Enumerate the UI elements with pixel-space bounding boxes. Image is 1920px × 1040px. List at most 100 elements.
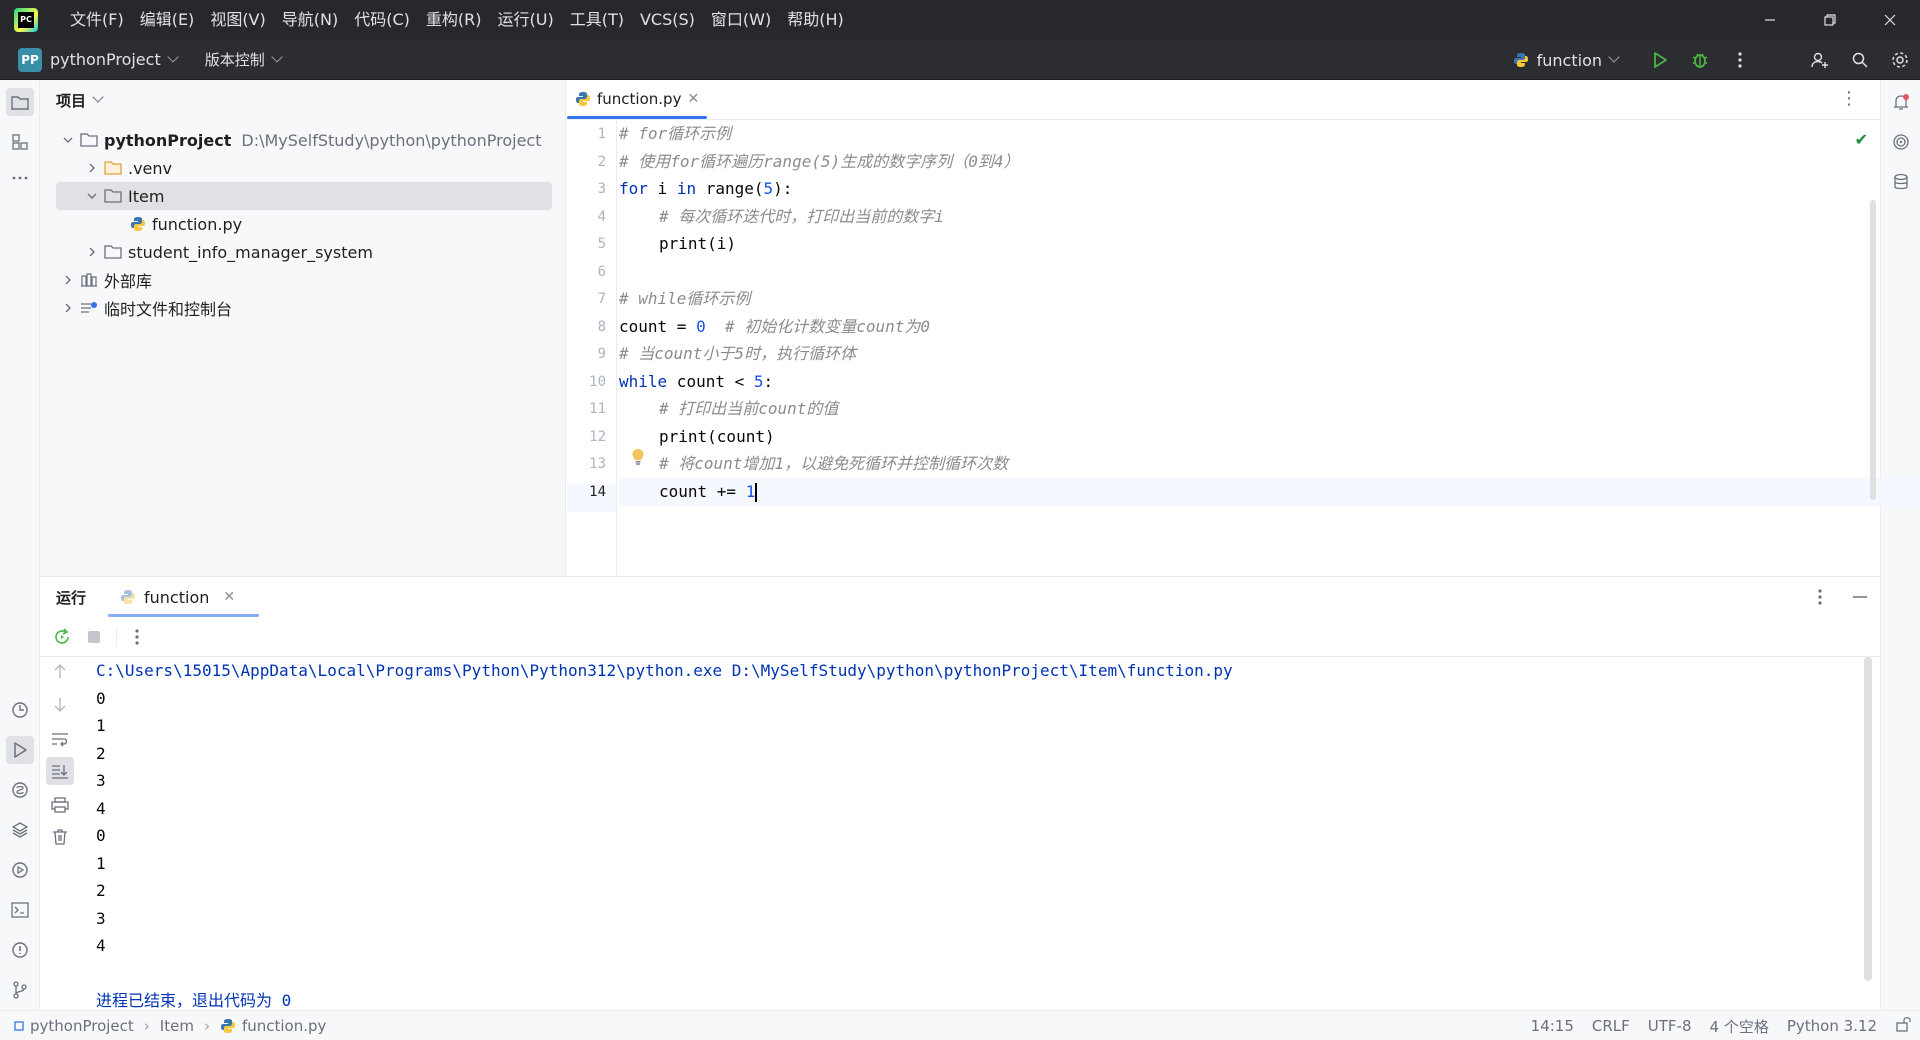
toolbar-separator (116, 626, 117, 647)
console-side-toolbar (40, 657, 80, 1010)
tab-function-py[interactable]: function.py ✕ (567, 79, 708, 119)
editor-more-button[interactable]: ⋮ (1840, 88, 1858, 109)
tree-item-external-libs[interactable]: 外部库 (60, 266, 152, 294)
chevron-down-icon[interactable] (271, 50, 283, 63)
clear-all-button[interactable] (46, 823, 74, 851)
menu-edit[interactable]: 编辑(E) (132, 0, 203, 40)
print-button[interactable] (46, 791, 74, 819)
chevron-down-icon[interactable] (167, 50, 179, 63)
scroll-to-end-button[interactable] (46, 757, 74, 785)
structure-tool-button[interactable] (6, 128, 34, 156)
line-number: 1 (597, 126, 606, 142)
run-button[interactable] (1640, 40, 1680, 80)
down-stack-button[interactable] (46, 691, 74, 719)
hide-panel-button[interactable] (1840, 577, 1880, 617)
chevron-right-icon[interactable] (84, 160, 100, 176)
indent-widget[interactable]: 4 个空格 (1701, 1016, 1778, 1037)
settings-button[interactable] (1880, 40, 1920, 80)
close-window-button[interactable] (1860, 0, 1920, 40)
python-console-button[interactable] (6, 776, 34, 804)
run-toolbar-more-button[interactable] (123, 617, 151, 657)
database-tool-button[interactable] (1887, 168, 1915, 196)
project-tool-button[interactable] (6, 88, 34, 116)
console-output-line: 0 (96, 688, 106, 708)
chevron-right-icon[interactable] (60, 300, 76, 316)
chevron-down-icon[interactable] (84, 188, 100, 204)
menu-vcs[interactable]: VCS(S) (632, 0, 703, 40)
soft-wrap-button[interactable] (46, 725, 74, 753)
breadcrumb-file[interactable]: function.py (242, 1017, 326, 1035)
run-tool-button[interactable] (6, 736, 34, 764)
read-only-toggle[interactable] (1886, 1016, 1920, 1036)
menu-refactor[interactable]: 重构(R) (418, 0, 490, 40)
lightbulb-icon[interactable] (629, 448, 647, 466)
close-tab-icon[interactable]: ✕ (223, 589, 235, 605)
menu-run[interactable]: 运行(U) (490, 0, 562, 40)
close-tab-icon[interactable]: ✕ (687, 91, 699, 107)
code-number: 1 (745, 481, 756, 501)
run-panel-more-button[interactable] (1800, 577, 1840, 617)
vcs-widget[interactable]: 版本控制 (205, 49, 265, 70)
soft-wrap-icon (52, 733, 68, 747)
python-packages-button[interactable] (6, 696, 34, 724)
terminal-tool-button[interactable] (6, 896, 34, 924)
search-everywhere-button[interactable] (1840, 40, 1880, 80)
project-panel: 项目 pythonProject D:\MySelfStudy\python\p… (40, 80, 566, 576)
code-with-me-button[interactable] (1800, 40, 1840, 80)
rerun-button[interactable] (46, 617, 78, 657)
search-icon (1852, 52, 1868, 68)
debug-button[interactable] (1680, 40, 1720, 80)
menu-file[interactable]: 文件(F) (62, 0, 132, 40)
menu-tools[interactable]: 工具(T) (562, 0, 632, 40)
code-area[interactable]: # for循环示例 # 使用for循环遍历range(5)生成的数字序列（0到4… (619, 120, 1920, 576)
breadcrumb-folder[interactable]: Item (160, 1017, 194, 1035)
code-text: print(count) (659, 426, 775, 446)
module-icon (14, 1020, 24, 1031)
project-badge[interactable]: PP (18, 47, 42, 72)
project-panel-title: 项目 (56, 91, 87, 110)
restore-button[interactable] (1800, 0, 1860, 40)
inspection-ok-icon[interactable]: ✔ (1855, 130, 1868, 149)
code-keyword: for (619, 179, 648, 198)
up-stack-button[interactable] (46, 657, 74, 685)
encoding-widget[interactable]: UTF-8 (1639, 1017, 1701, 1035)
structure-icon (12, 134, 28, 150)
tree-item-venv[interactable]: .venv (84, 154, 172, 182)
line-separator-widget[interactable]: CRLF (1583, 1017, 1639, 1035)
tree-item-item[interactable]: Item (56, 182, 552, 210)
git-tool-button[interactable] (6, 976, 34, 1004)
project-switcher[interactable]: pythonProject (50, 50, 161, 69)
tree-label: .venv (128, 158, 173, 178)
editor-scrollbar[interactable] (1870, 200, 1876, 500)
run-tab-function[interactable]: function ✕ (108, 577, 260, 617)
breadcrumb-project[interactable]: pythonProject (30, 1017, 134, 1035)
project-panel-header[interactable]: 项目 (40, 80, 565, 120)
caret-position[interactable]: 14:15 (1522, 1017, 1583, 1035)
menu-code[interactable]: 代码(C) (346, 0, 418, 40)
ai-assistant-button[interactable] (1887, 128, 1915, 156)
more-actions-button[interactable] (1720, 40, 1760, 80)
console-output[interactable]: C:\Users\15015\AppData\Local\Programs\Py… (96, 657, 1866, 1010)
console-scrollbar[interactable] (1864, 657, 1872, 981)
menu-window[interactable]: 窗口(W) (703, 0, 779, 40)
chevron-right-icon[interactable] (60, 272, 76, 288)
notifications-button[interactable] (1887, 88, 1915, 116)
chevron-right-icon[interactable] (84, 244, 100, 260)
chevron-down-icon[interactable] (92, 91, 104, 103)
problems-tool-button[interactable] (6, 936, 34, 964)
more-tools-button[interactable] (6, 164, 34, 192)
run-config-selector[interactable]: function (1513, 51, 1620, 70)
minimize-button[interactable] (1740, 0, 1800, 40)
interpreter-widget[interactable]: Python 3.12 (1778, 1017, 1886, 1035)
tree-item-function-py[interactable]: function.py (130, 210, 242, 238)
tree-item-student-info[interactable]: student_info_manager_system (84, 238, 373, 266)
chevron-down-icon[interactable] (60, 132, 76, 148)
menu-navigate[interactable]: 导航(N) (274, 0, 346, 40)
menu-view[interactable]: 视图(V) (202, 0, 273, 40)
services-tool-button[interactable] (6, 856, 34, 884)
stop-button[interactable] (78, 617, 110, 657)
menu-help[interactable]: 帮助(H) (779, 0, 852, 40)
tree-item-scratches[interactable]: 临时文件和控制台 (60, 294, 232, 322)
layers-tool-button[interactable] (6, 816, 34, 844)
tree-root[interactable]: pythonProject D:\MySelfStudy\python\pyth… (60, 126, 542, 154)
